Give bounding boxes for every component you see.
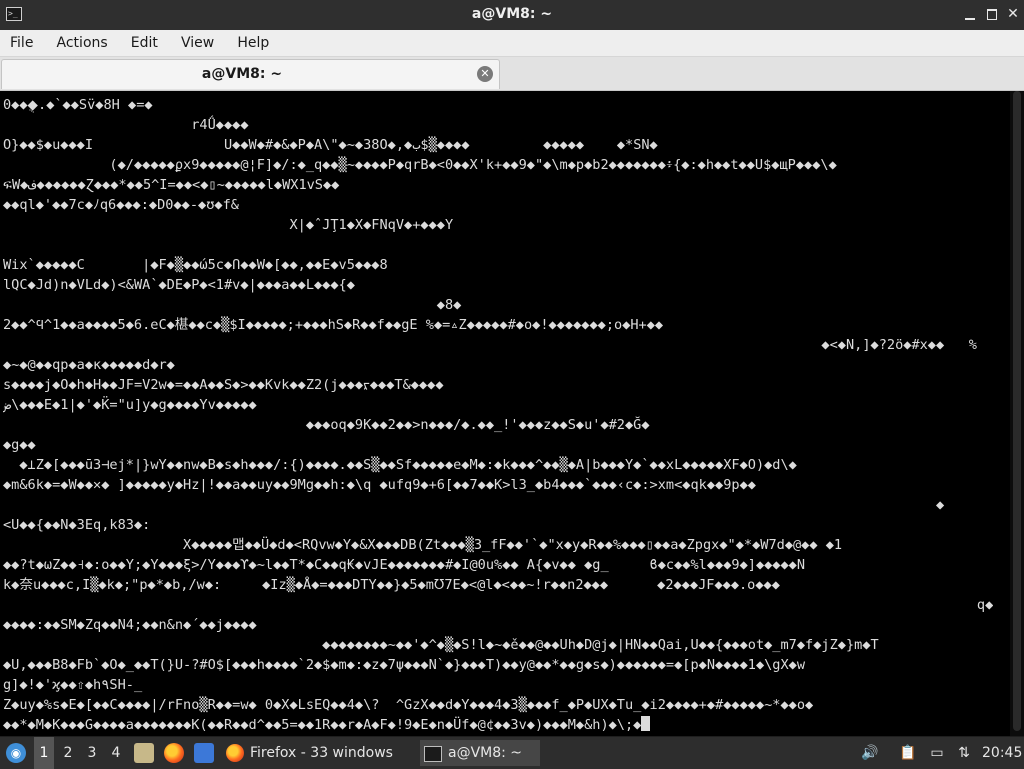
menu-bar: File Actions Edit View Help <box>0 30 1024 57</box>
terminal-line: q◆◆n◆ <box>3 597 993 613</box>
task-firefox[interactable]: Firefox - 33 windows <box>222 740 432 766</box>
close-window-button[interactable]: ✕ <box>1005 6 1021 22</box>
clock[interactable]: 20:45 <box>982 737 1022 769</box>
terminal-line: ◆8◆ <box>3 297 462 313</box>
menu-view[interactable]: View <box>172 30 223 56</box>
maximize-button[interactable] <box>984 6 1000 22</box>
clipboard-icon[interactable]: 📋 <box>898 743 918 763</box>
terminal-line: Wix`◆◆◆◆◆C |◆F◆▒◆◆ώ5c◆Ո◆◆W◆[◆◆,◆◆E◆v5◆◆◆… <box>3 257 388 273</box>
terminal-line: ◆◆?t◆ωZ◆◆˧◆:o◆◆Y;◆Y◆◆◆ξ>/Y◆◆◆ϒ◆~l◆◆T*◆C◆… <box>3 557 806 573</box>
terminal-icon <box>424 746 442 762</box>
terminal-line: s◆◆◆◆j◆O◆h◆H◆◆JF=V2w◆=◆◆A◆◆S◆>◆◆Kvk◆◆Z2(… <box>3 377 444 393</box>
firefox-launcher-icon[interactable] <box>164 743 184 763</box>
taskbar: ◉ 1 2 3 4 Firefox - 33 windows a@VM8: ~ … <box>0 736 1024 769</box>
scrollbar-thumb[interactable] <box>1013 91 1021 731</box>
terminal-line: ◆◆*◆M◆K◆◆◆G◆◆◆◆a◆◆◆◆◆◆◆K(◆◆R◆◆d^◆◆5=◆◆1R… <box>3 715 993 735</box>
terminal-line: ◆ <box>3 497 945 513</box>
display-icon[interactable]: ▭ <box>927 743 947 763</box>
workspace-4[interactable]: 4 <box>106 737 126 769</box>
terminal-line: X|◆ˆJŢ1◆X◆FNqV◆+◆◆◆Y <box>3 217 454 233</box>
network-icon[interactable]: ⇅ <box>954 743 974 763</box>
task-terminal-label: a@VM8: ~ <box>448 745 523 761</box>
terminal-line: <U◆◆{◆◆N◆3Eq,k83◆: <box>3 517 151 533</box>
start-menu-icon[interactable]: ◉ <box>6 743 26 763</box>
terminal-line: ◆U,◆◆◆B8◆Fb`◆O◆_◆◆T(}U-?#O$[◆◆◆h◆◆◆◆`2◆$… <box>3 657 806 673</box>
terminal-line: Z◆uy◆%s◆E◆[◆◆C◆◆◆◆|/rFno▒R◆◆=w◆ 0◆X◆LsEQ… <box>3 697 814 713</box>
menu-edit[interactable]: Edit <box>122 30 167 56</box>
terminal-line: ◆~◆@◆◆qp◆a◆ĸ◆◆◆◆◆d◆r◆ <box>3 357 175 373</box>
task-firefox-label: Firefox - 33 windows <box>250 745 393 761</box>
terminal-line: X◆◆◆◆◆맵◆◆Ü◆d◆<RQvw◆Y◆&X◆◆◆DB(Zt◆◆◆▒3_fF◆… <box>3 537 843 553</box>
terminal-line: ◆◆◆oq◆9K◆◆2◆◆>n◆◆◆/◆.◆◆_!'◆◆◆z◆◆S◆u'◆#2◆… <box>3 417 650 433</box>
workspace-2[interactable]: 2 <box>58 737 78 769</box>
menu-actions[interactable]: Actions <box>48 30 117 56</box>
terminal-line: k◆奈u◆◆◆c,I▒◆k◆;"p◆*◆b,/w◆: ◆Iz▒◆Å◆=◆◆◆DT… <box>3 577 780 593</box>
terminal-line: lQC◆Jd)n◆VLd◆)<&WA`◆DE◆P◆<1#v◆|◆◆◆a◆◆L◆◆… <box>3 277 355 293</box>
terminal-line: O}◆◆$◆u◆◆◆I U◆◆W◆#◆&◆P◆A\"◆~◆38O◆,◆ب$▒◆◆… <box>3 137 658 153</box>
firefox-icon <box>226 744 244 762</box>
terminal-line: (◆/◆◆◆◆◆ϼx9◆◆◆◆◆@¦F]◆/:◆_q◆◆▒~◆◆◆◆P◆qrB◆… <box>3 157 837 173</box>
terminal-line: ◆m&6k◆=◆W◆◆✕◆ ]◆◆◆◆◆y◆Hz|!◆◆a◆◆uy◆◆9Mg◆◆… <box>3 477 756 493</box>
terminal-line: r4Ǘ◆◆◆◆ <box>3 117 249 133</box>
terminal-line: 2◆◆^Ϥ^1◆◆a◆◆◆◆5◆6.eC◆椹◆◆c◆▒$I◆◆◆◆◆;+◆◆◆h… <box>3 317 664 333</box>
window-title: a@VM8: ~ <box>471 6 553 22</box>
show-desktop-icon[interactable] <box>194 743 214 763</box>
terminal-line: 0◆◆◆ֻ.◆`◆◆Sv̈◆8H ◆=◆ <box>3 97 153 113</box>
workspace-1[interactable]: 1 <box>34 737 54 769</box>
volume-icon[interactable]: 🔊 <box>860 743 880 763</box>
tab-terminal[interactable]: a@VM8: ~ ✕ <box>1 59 500 89</box>
terminal-line: ◆◆ql◆'◆◆7c◆ﾉq6◆◆◆:◆D0◆◆-◆ʊ◆f& <box>3 197 239 213</box>
terminal-line: ◆◆◆◆◆◆◆◆~◆◆'◆^◆▒◆S!l◆~◆ě◆◆@◆◆Uh◆D@j◆|HN◆… <box>3 637 879 653</box>
terminal-line: ፍW◆ف◆◆◆◆◆◆Ɀ◆◆◆*◆◆5^I=◆◆<◆▯~◆◆◆◆◆l◆WX1vS◆… <box>3 177 340 193</box>
text-cursor <box>641 716 651 731</box>
terminal-scrollbar[interactable] <box>1010 91 1024 736</box>
file-manager-icon[interactable] <box>134 743 154 763</box>
tab-bar: a@VM8: ~ ✕ <box>0 57 1024 91</box>
terminal-line: g]◆!◆'ϗ◆◆⇧◆h٩SH-_ <box>3 677 143 693</box>
terminal-output[interactable]: 0◆◆◆ֻ.◆`◆◆Sv̈◆8H ◆=◆ r4Ǘ◆◆◆◆ O}◆◆$◆u◆◆◆I … <box>0 91 1024 736</box>
tab-label: a@VM8: ~ <box>201 66 283 82</box>
window-titlebar: >_ a@VM8: ~ ✕ <box>0 0 1024 31</box>
menu-help[interactable]: Help <box>228 30 278 56</box>
minimize-button[interactable] <box>962 6 978 22</box>
tab-close-icon[interactable]: ✕ <box>477 66 493 82</box>
task-terminal[interactable]: a@VM8: ~ <box>420 740 540 766</box>
workspace-3[interactable]: 3 <box>82 737 102 769</box>
menu-file[interactable]: File <box>0 30 42 56</box>
terminal-line: ◆⊥Z◆[◆◆◆ū3⊣ej*|}wY◆◆nw◆B◆s◆h◆◆◆/:{)◆◆◆◆.… <box>3 457 797 473</box>
terminal-line: ◆◆◆◆:◆◆SM◆Zq◆◆N4;◆◆n&n◆´◆◆j◆◆◆◆ <box>3 617 257 633</box>
terminal-lines: 0◆◆◆ֻ.◆`◆◆Sv̈◆8H ◆=◆ r4Ǘ◆◆◆◆ O}◆◆$◆u◆◆◆I … <box>3 95 993 735</box>
terminal-line: ض\◆◆◆E◆1|◆'◆K̈="u]y◆g◆◆◆◆Yv◆◆◆◆◆ <box>3 397 257 413</box>
terminal-line: ◆<◆N,]◆?2ö◆#x◆◆ % <box>3 337 977 353</box>
terminal-line: ◆g◆◆ <box>3 437 36 453</box>
